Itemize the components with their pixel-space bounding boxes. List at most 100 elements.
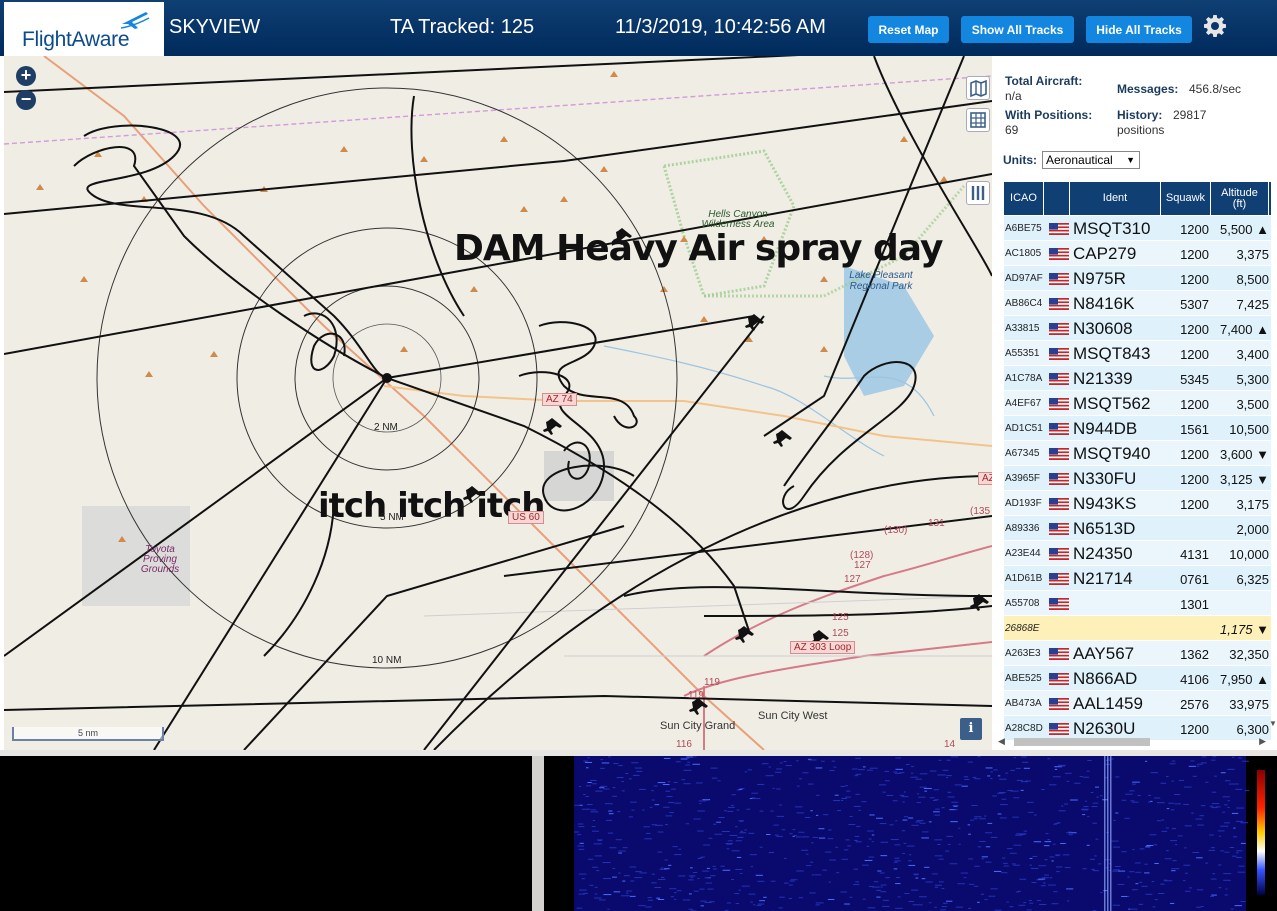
icao-cell: AB473A [1005, 698, 1042, 709]
map-layers-icon[interactable] [966, 76, 990, 100]
pane-divider[interactable] [532, 756, 544, 911]
us-flag-icon [1049, 323, 1069, 335]
road-shield-az: AZ [978, 472, 992, 485]
hide-all-tracks-button[interactable]: Hide All Tracks [1086, 16, 1192, 43]
datetime: 11/3/2019, 10:42:56 AM [615, 16, 826, 38]
table-row[interactable]: A89336 N6513D 2,000 [1004, 516, 1271, 541]
table-row[interactable]: A55351 MSQT843 1200 3,400 [1004, 341, 1271, 366]
icao-cell: A4EF67 [1005, 398, 1042, 409]
ident-cell: AAY567 [1073, 644, 1135, 663]
reset-map-button[interactable]: Reset Map [868, 16, 949, 43]
altitude-cell: 3,400 [1236, 347, 1269, 362]
icao-cell: A55351 [1005, 348, 1040, 359]
altitude-cell: 6,300 [1236, 722, 1269, 737]
table-row[interactable]: ABE525 N866AD 4106 7,950 ▲ [1004, 666, 1271, 691]
ident-cell: N24350 [1073, 544, 1133, 563]
table-row[interactable]: AD97AF N975R 1200 8,500 [1004, 266, 1271, 291]
route-number: 127 [854, 560, 871, 571]
columns-icon[interactable] [966, 181, 990, 205]
squawk-cell: 1200 [1180, 722, 1209, 737]
us-flag-icon [1049, 673, 1069, 685]
col-squawk[interactable]: Squawk [1161, 182, 1211, 215]
table-row[interactable]: A1C78A N21339 5345 5,300 [1004, 366, 1271, 391]
with-positions-value: 69 [1005, 123, 1019, 137]
show-all-tracks-button[interactable]: Show All Tracks [961, 16, 1074, 43]
grid-icon[interactable] [966, 108, 990, 132]
ident-cell: N21714 [1073, 569, 1133, 588]
route-number: 14 [944, 739, 956, 750]
bottom-panel [0, 750, 1277, 911]
horizontal-scrollbar[interactable]: ◀ ▶ [998, 736, 1266, 748]
route-number: 125 [832, 612, 849, 623]
us-flag-icon [1049, 648, 1069, 660]
table-row[interactable]: AB86C4 N8416K 5307 7,425 [1004, 291, 1271, 316]
table-row[interactable]: A55708 1301 [1004, 591, 1271, 616]
icao-cell: A6BE75 [1005, 223, 1042, 234]
route-number: 125 [832, 628, 849, 639]
scroll-right-icon[interactable]: ▶ [1259, 736, 1266, 747]
route-number: 119 [688, 690, 704, 701]
plane-logo-icon [120, 12, 150, 29]
info-icon[interactable]: i [960, 718, 982, 740]
col-flag[interactable] [1044, 182, 1070, 215]
route-number: (130) [884, 525, 908, 536]
table-row[interactable]: A263E3AAY567136232,350 ▼ [1004, 641, 1271, 677]
table-row[interactable]: A33815 N30608 1200 7,400 ▲ [1004, 316, 1271, 341]
col-ident[interactable]: Ident [1070, 182, 1161, 215]
table-header: ICAO Ident Squawk Altitude (ft) [1004, 182, 1271, 215]
table-row[interactable]: AC1805 CAP279 1200 3,375 [1004, 241, 1271, 266]
map-view[interactable]: + − DAM Heavy Air spray day itch itch it… [4, 56, 992, 750]
table-row[interactable]: 26868E 1,175 ▼ [1004, 616, 1271, 641]
table-row[interactable]: A67345 MSQT940 1200 3,600 ▼ [1004, 441, 1271, 466]
flightaware-logo[interactable]: FlightAware [4, 2, 164, 56]
table-row[interactable]: AD1C51N944DB156110,500 ▼ [1004, 416, 1271, 452]
table-row[interactable]: AB473A AAL1459 2576 33,975 [1004, 691, 1271, 716]
units-label: Units: [1003, 153, 1037, 167]
ident-cell: N6513D [1073, 519, 1136, 538]
total-aircraft-label: Total Aircraft: [1005, 74, 1083, 88]
squawk-cell: 1362 [1180, 647, 1209, 662]
ident-cell: N8416K [1073, 294, 1135, 313]
icao-cell: 26868E [1005, 623, 1040, 634]
table-row[interactable]: A3965F N330FU 1200 3,125 ▼ [1004, 466, 1271, 491]
icao-cell: AD97AF [1005, 273, 1043, 284]
route-number: 116 [676, 739, 692, 750]
sidebar: Total Aircraft: n/a Messages: 456.8/sec … [992, 56, 1277, 750]
zoom-out-button[interactable]: − [16, 90, 36, 110]
icao-cell: A23E44 [1005, 548, 1041, 559]
col-icao[interactable]: ICAO [1004, 182, 1044, 215]
icao-cell: A1D61B [1005, 573, 1043, 584]
altitude-cell: 5,500 ▲ [1219, 222, 1269, 237]
units-select[interactable]: Aeronautical ▼ [1042, 151, 1140, 169]
scroll-left-icon[interactable]: ◀ [998, 736, 1005, 747]
top-bar: FlightAware SKYVIEW TA Tracked: 125 11/3… [0, 0, 1277, 56]
scrollbar-thumb[interactable] [1014, 738, 1150, 746]
squawk-cell: 4131 [1180, 547, 1209, 562]
ident-cell: MSQT843 [1073, 344, 1151, 363]
us-flag-icon [1049, 273, 1069, 285]
range-label-5nm: 5 NM [380, 512, 404, 523]
table-row[interactable]: A6BE75 MSQT310 1200 5,500 ▲ [1004, 216, 1271, 241]
altitude-cell: 3,175 [1236, 497, 1269, 512]
table-row[interactable]: A4EF67 MSQT562 1200 3,500 [1004, 391, 1271, 416]
tracked-count: TA Tracked: 125 [390, 16, 535, 38]
history-value: 29817 [1173, 108, 1207, 122]
units-select-value: Aeronautical [1046, 153, 1113, 167]
table-row[interactable]: AD193F N943KS 1200 3,175 [1004, 491, 1271, 516]
us-flag-icon [1049, 373, 1069, 385]
gear-icon[interactable] [1203, 14, 1227, 38]
annotation-spray-day: DAM Heavy Air spray day [454, 228, 943, 269]
squawk-cell: 1200 [1180, 347, 1209, 362]
scroll-down-icon[interactable]: ▼ [1269, 719, 1277, 728]
table-row[interactable]: A23E44N24350413110,000 ▼ [1004, 541, 1271, 577]
ident-cell: N944DB [1073, 419, 1138, 438]
road-shield-us60: US 60 [508, 511, 544, 524]
altitude-cell: 7,950 ▲ [1219, 672, 1269, 687]
zoom-in-button[interactable]: + [16, 66, 36, 86]
waterfall-spectrogram [574, 756, 1265, 911]
table-row[interactable]: A1D61B N21714 0761 6,325 [1004, 566, 1271, 591]
icao-cell: A1C78A [1005, 373, 1043, 384]
history-unit: positions [1117, 123, 1165, 137]
col-altitude[interactable]: Altitude (ft) [1211, 182, 1269, 215]
wilderness-label: Hells Canyon Wilderness Area [701, 209, 775, 230]
